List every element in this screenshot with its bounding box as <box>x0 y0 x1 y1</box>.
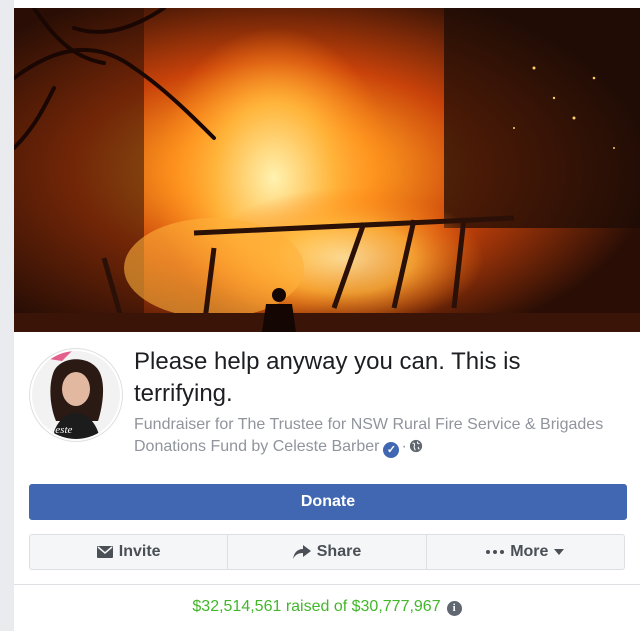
fundraiser-card: Celeste Please help anyway you can. This… <box>14 0 640 631</box>
fundraiser-title: Please help anyway you can. This is terr… <box>134 348 521 407</box>
share-label: Share <box>316 543 362 560</box>
divider <box>14 584 640 585</box>
avatar-caption: Celeste <box>40 424 72 436</box>
invite-label: Invite <box>118 543 161 560</box>
more-label: More <box>510 543 549 560</box>
chevron-down-icon <box>554 549 565 555</box>
more-dots-icon <box>486 550 505 554</box>
dot-separator: · <box>401 438 407 455</box>
organizer-avatar[interactable]: Celeste <box>30 349 122 441</box>
invite-button[interactable]: Invite <box>30 535 227 569</box>
avatar-image: Celeste <box>32 351 120 439</box>
action-bar: Invite Share More <box>29 534 625 570</box>
envelope-icon <box>96 546 113 558</box>
cover-photo[interactable] <box>14 8 640 332</box>
more-button[interactable]: More <box>425 535 624 569</box>
bushfire-image <box>14 8 640 332</box>
share-arrow-icon <box>292 545 311 559</box>
verified-badge-icon: ✓ <box>383 442 400 458</box>
raised-text: $32,514,561 raised of $30,777,967 <box>192 598 441 615</box>
share-button[interactable]: Share <box>227 535 425 569</box>
fundraiser-subtitle-text[interactable]: Fundraiser for The Trustee for NSW Rural… <box>134 416 603 455</box>
fundraiser-subtitle: Fundraiser for The Trustee for NSW Rural… <box>134 414 604 458</box>
raised-amount: $32,514,561 raised of $30,777,967 i <box>14 598 640 616</box>
donate-button[interactable]: Donate <box>29 484 627 520</box>
info-icon[interactable]: i <box>446 601 462 616</box>
globe-icon[interactable] <box>409 439 423 453</box>
